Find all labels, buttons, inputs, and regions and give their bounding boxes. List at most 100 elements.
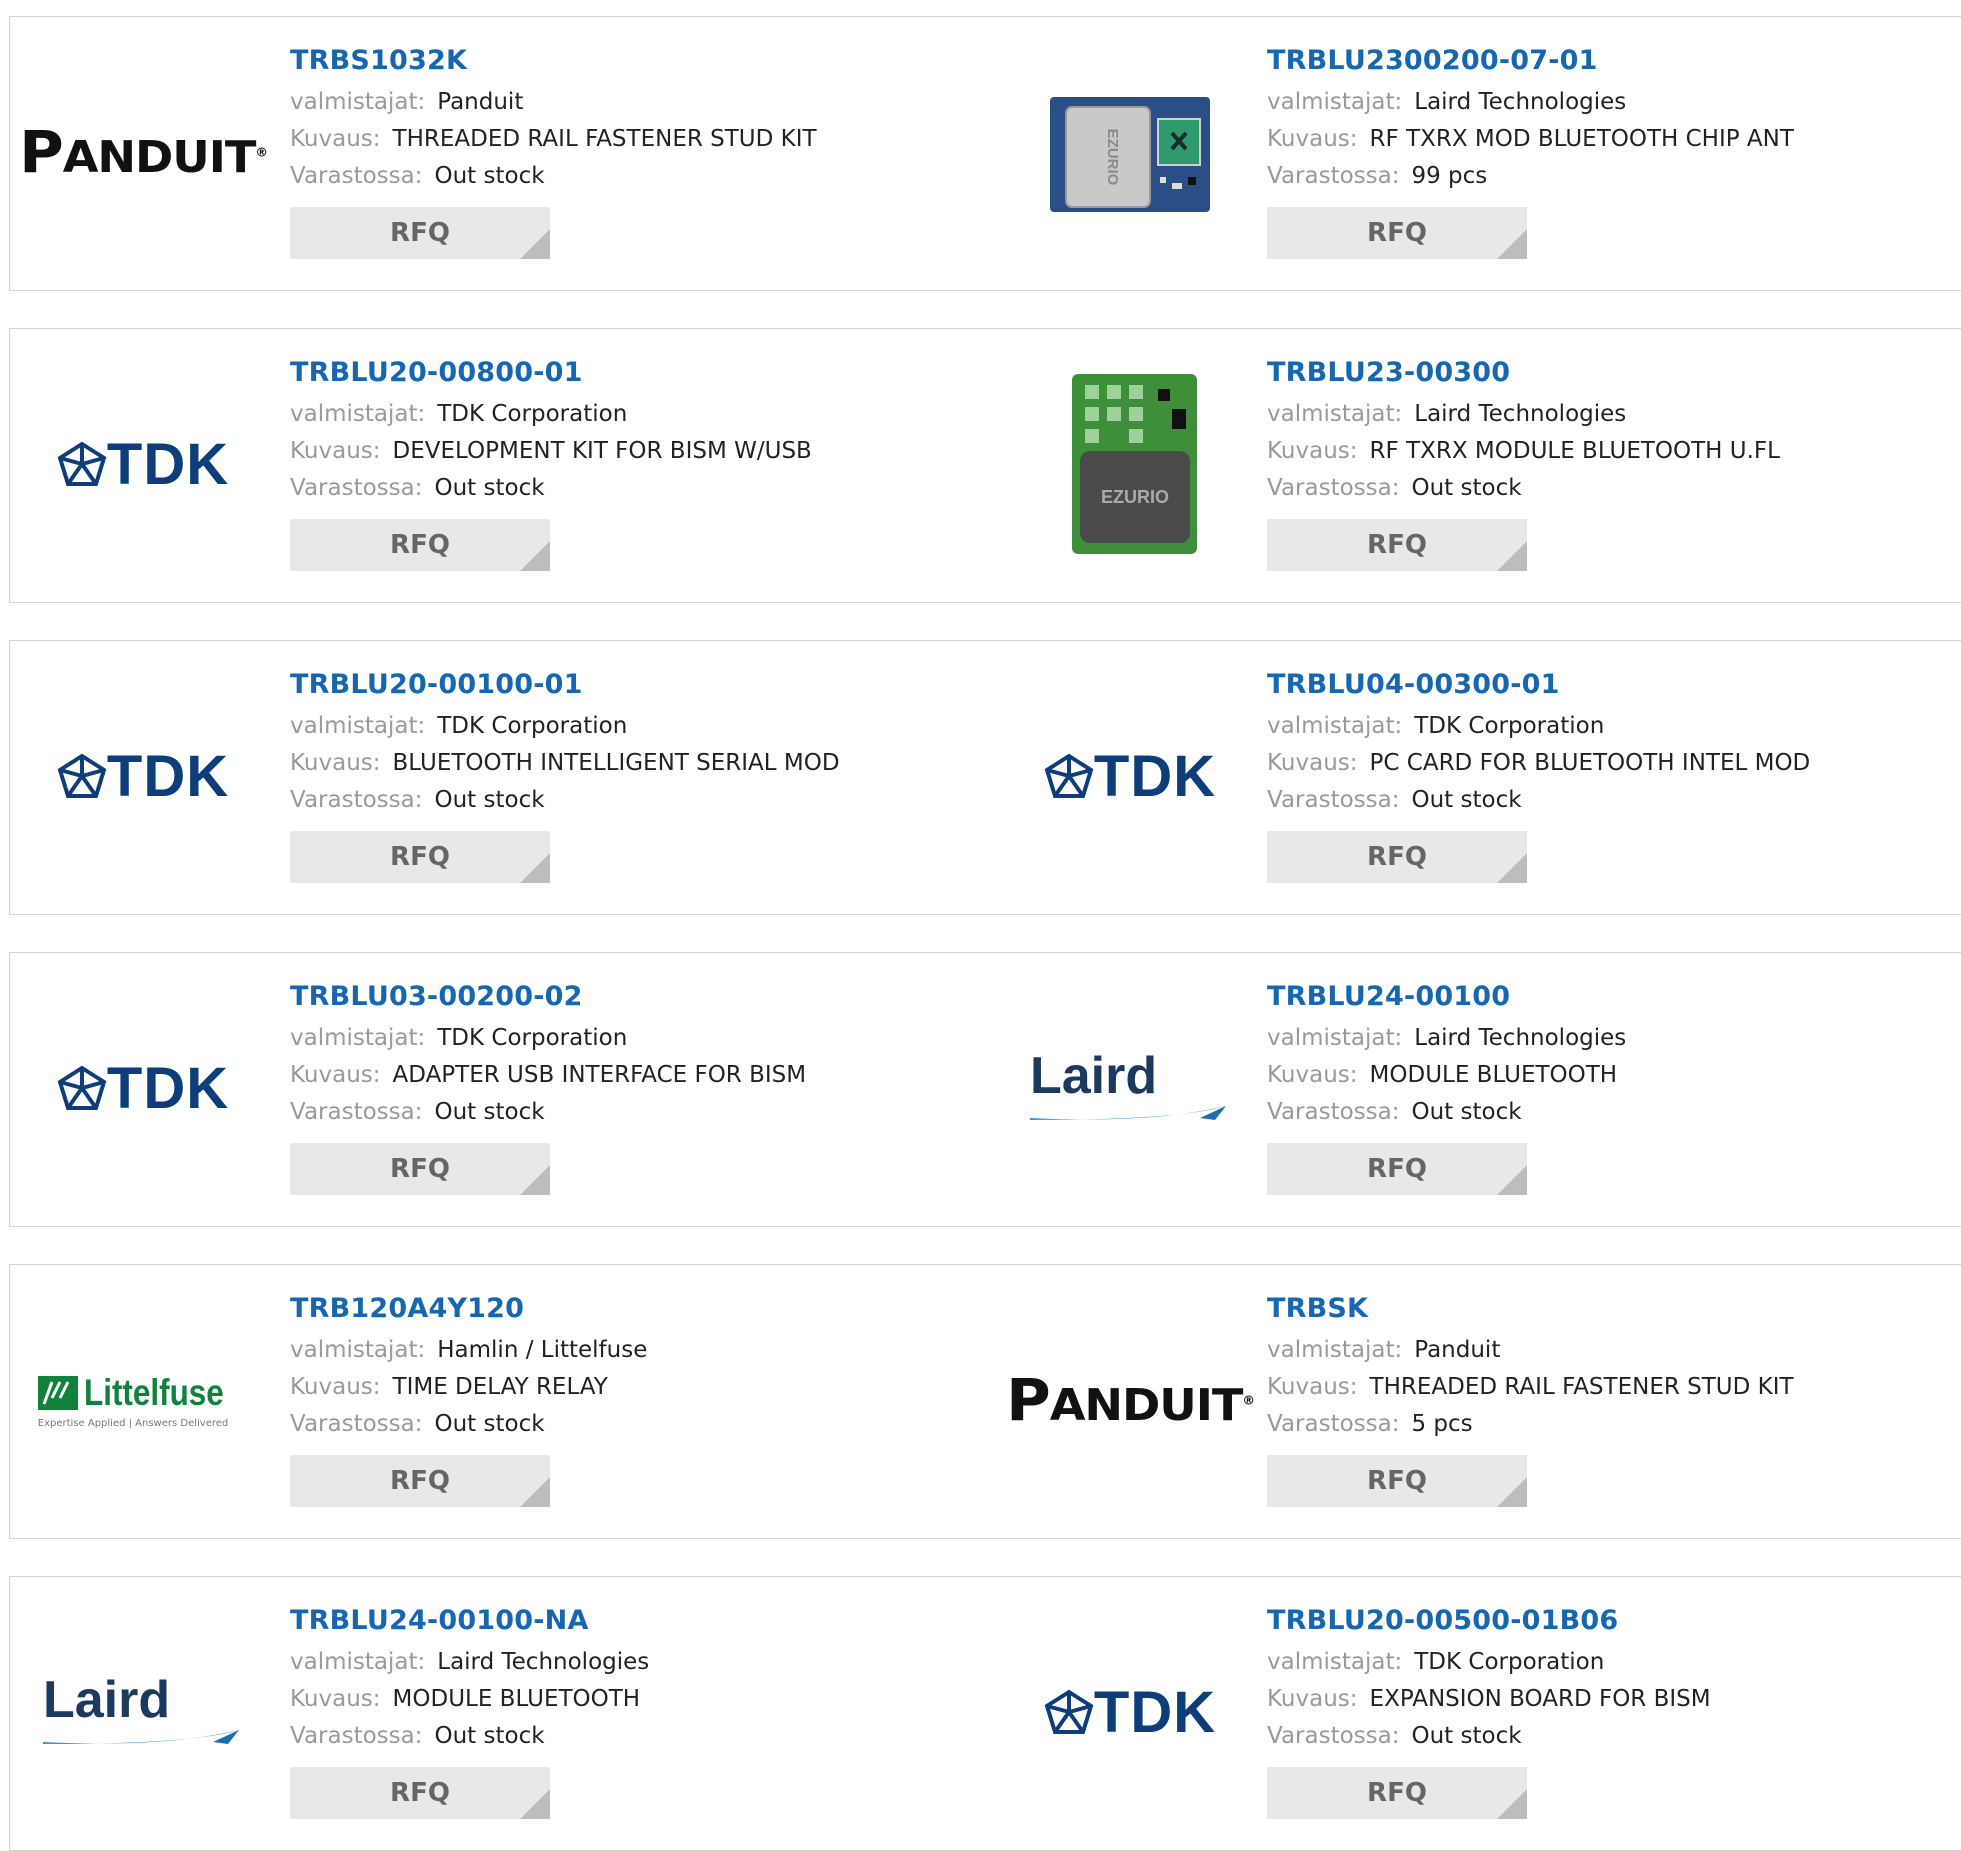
manufacturer-row: valmistajat: Laird Technologies <box>1267 396 1780 433</box>
description-label: Kuvaus: <box>1267 438 1358 464</box>
part-number-link[interactable]: TRBLU23-00300 <box>1267 357 1780 388</box>
manufacturer-label: valmistajat: <box>290 1337 426 1363</box>
stock-label: Varastossa: <box>290 1723 423 1749</box>
manufacturer-logo-area[interactable]: Littelfuse Expertise Applied | Answers D… <box>37 1305 248 1495</box>
tdk-logo: TDK <box>57 431 229 498</box>
part-number-link[interactable]: TRBS1032K <box>290 45 817 76</box>
laird-swoosh-icon <box>1030 1106 1226 1120</box>
description-label: Kuvaus: <box>1267 1062 1358 1088</box>
manufacturer-row: valmistajat: Hamlin / Littelfuse <box>290 1332 647 1369</box>
littelfuse-mark-icon <box>37 1375 78 1410</box>
manufacturer-logo-area[interactable]: TDK <box>1025 681 1235 871</box>
description-row: Kuvaus: EXPANSION BOARD FOR BISM <box>1267 1681 1711 1718</box>
product-card: PANDUIT® TRBS1032K valmistajat: Panduit K… <box>9 16 989 291</box>
manufacturer-logo-area[interactable]: TDK <box>1025 1617 1235 1807</box>
laird-logo: Laird <box>43 1674 243 1750</box>
stock-row: Varastossa: 5 pcs <box>1267 1406 1794 1443</box>
stock-value: Out stock <box>434 1723 545 1749</box>
description-row: Kuvaus: THREADED RAIL FASTENER STUD KIT <box>290 121 817 158</box>
part-number-link[interactable]: TRBLU20-00800-01 <box>290 357 812 388</box>
description-label: Kuvaus: <box>1267 1374 1358 1400</box>
part-number-link[interactable]: TRB120A4Y120 <box>290 1293 647 1324</box>
rfq-button[interactable]: RFQ <box>1267 519 1527 571</box>
stock-label: Varastossa: <box>290 1099 423 1125</box>
manufacturer-value: Hamlin / Littelfuse <box>437 1337 648 1363</box>
rfq-button[interactable]: RFQ <box>290 831 550 883</box>
stock-label: Varastossa: <box>1267 163 1400 189</box>
manufacturer-row: valmistajat: TDK Corporation <box>1267 708 1810 745</box>
manufacturer-logo-area[interactable]: EZURIO <box>1025 369 1235 559</box>
manufacturer-logo-area[interactable]: TDK <box>38 993 248 1183</box>
part-number-link[interactable]: TRBLU24-00100 <box>1267 981 1626 1012</box>
stock-value: Out stock <box>1411 1723 1522 1749</box>
product-info: TRBLU20-00500-01B06 valmistajat: TDK Corp… <box>1267 1605 1711 1819</box>
rfq-button[interactable]: RFQ <box>1267 1143 1527 1195</box>
manufacturer-logo-area[interactable]: PANDUIT® <box>1006 1305 1255 1495</box>
stock-value: Out stock <box>1411 475 1522 501</box>
product-card: Laird TRBLU24-00100 valmistajat: Laird Te… <box>987 952 1961 1227</box>
stock-row: Varastossa: Out stock <box>1267 470 1780 507</box>
product-card: TDK TRBLU20-00100-01 valmistajat: TDK Cor… <box>9 640 989 915</box>
stock-label: Varastossa: <box>1267 787 1400 813</box>
rfq-label: RFQ <box>390 530 450 560</box>
part-number-link[interactable]: TRBLU03-00200-02 <box>290 981 806 1012</box>
stock-value: Out stock <box>1411 1099 1522 1125</box>
product-card: TDK TRBLU04-00300-01 valmistajat: TDK Cor… <box>987 640 1961 915</box>
description-value: EXPANSION BOARD FOR BISM <box>1369 1686 1711 1712</box>
laird-swoosh-icon <box>43 1730 239 1744</box>
description-label: Kuvaus: <box>1267 1686 1358 1712</box>
laird-logo: Laird <box>1030 1050 1230 1126</box>
product-card: TDK TRBLU20-00500-01B06 valmistajat: TDK … <box>987 1576 1961 1851</box>
tdk-mark-icon <box>57 1065 107 1110</box>
laird-logo-text: Laird <box>1030 1047 1158 1105</box>
rfq-button[interactable]: RFQ <box>290 1143 550 1195</box>
manufacturer-label: valmistajat: <box>1267 89 1403 115</box>
description-row: Kuvaus: ADAPTER USB INTERFACE FOR BISM <box>290 1057 806 1094</box>
rfq-corner-decoration <box>1497 1477 1527 1507</box>
manufacturer-logo-area[interactable]: TDK <box>38 369 248 559</box>
rfq-button[interactable]: RFQ <box>1267 1455 1527 1507</box>
description-label: Kuvaus: <box>290 1374 381 1400</box>
description-value: THREADED RAIL FASTENER STUD KIT <box>392 126 817 152</box>
module-label: EZURIO <box>1101 487 1169 507</box>
part-number-link[interactable]: TRBLU2300200-07-01 <box>1267 45 1794 76</box>
manufacturer-value: TDK Corporation <box>437 713 628 739</box>
part-number-link[interactable]: TRBLU04-00300-01 <box>1267 669 1810 700</box>
manufacturer-logo-area[interactable]: PANDUIT® <box>19 57 268 247</box>
manufacturer-logo-area[interactable]: Laird <box>1025 993 1235 1183</box>
manufacturer-logo-area[interactable]: TDK <box>38 681 248 871</box>
rfq-button[interactable]: RFQ <box>1267 207 1527 259</box>
tdk-logo: TDK <box>57 743 229 810</box>
rfq-corner-decoration <box>1497 1165 1527 1195</box>
manufacturer-row: valmistajat: TDK Corporation <box>1267 1644 1711 1681</box>
part-number-link[interactable]: TRBLU24-00100-NA <box>290 1605 649 1636</box>
stock-row: Varastossa: Out stock <box>1267 782 1810 819</box>
manufacturer-row: valmistajat: Laird Technologies <box>1267 84 1794 121</box>
part-number-link[interactable]: TRBLU20-00100-01 <box>290 669 840 700</box>
part-number-link[interactable]: TRBLU20-00500-01B06 <box>1267 1605 1711 1636</box>
product-info: TRBLU04-00300-01 valmistajat: TDK Corpora… <box>1267 669 1810 883</box>
product-info: TRBLU20-00100-01 valmistajat: TDK Corpora… <box>290 669 840 883</box>
tdk-logo-text: TDK <box>1093 743 1217 809</box>
stock-value: Out stock <box>434 787 545 813</box>
manufacturer-label: valmistajat: <box>1267 1025 1403 1051</box>
part-number-link[interactable]: TRBSK <box>1267 1293 1794 1324</box>
product-info: TRBLU2300200-07-01 valmistajat: Laird Tec… <box>1267 45 1794 259</box>
stock-row: Varastossa: Out stock <box>290 1094 806 1131</box>
manufacturer-logo-area[interactable]: EZURIO <box>1025 57 1235 247</box>
manufacturer-logo-area[interactable]: Laird <box>38 1617 248 1807</box>
product-info: TRBS1032K valmistajat: Panduit Kuvaus: THR… <box>290 45 817 259</box>
rfq-button[interactable]: RFQ <box>290 207 550 259</box>
rfq-button[interactable]: RFQ <box>290 1455 550 1507</box>
manufacturer-row: valmistajat: Panduit <box>290 84 817 121</box>
rfq-button[interactable]: RFQ <box>290 1767 550 1819</box>
rfq-label: RFQ <box>390 218 450 248</box>
rfq-label: RFQ <box>390 842 450 872</box>
tdk-logo-text: TDK <box>1093 1679 1217 1745</box>
product-card: EZURIO TRBLU2300200-07-01 valmistajat: La… <box>987 16 1961 291</box>
rfq-button[interactable]: RFQ <box>1267 831 1527 883</box>
littelfuse-logo-text: Littelfuse <box>83 1371 224 1413</box>
rfq-button[interactable]: RFQ <box>290 519 550 571</box>
rfq-button[interactable]: RFQ <box>1267 1767 1527 1819</box>
product-card: Laird TRBLU24-00100-NA valmistajat: Laird… <box>9 1576 989 1851</box>
